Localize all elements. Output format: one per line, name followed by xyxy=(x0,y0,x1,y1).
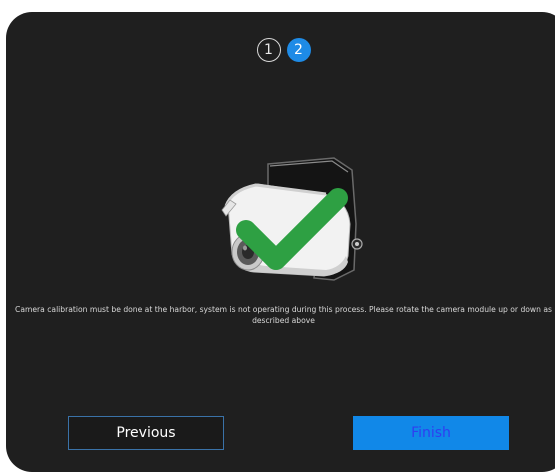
stepper: 1 2 xyxy=(6,38,555,62)
calibration-message: Camera calibration must be done at the h… xyxy=(15,305,552,325)
camera-calibrated-illustration xyxy=(206,152,371,292)
step-2-indicator[interactable]: 2 xyxy=(286,38,311,62)
step-1-indicator[interactable]: 1 xyxy=(256,38,281,62)
camera-icon xyxy=(221,157,363,281)
calibration-dialog: 1 2 Camera calibration must be done at t… xyxy=(6,12,555,472)
